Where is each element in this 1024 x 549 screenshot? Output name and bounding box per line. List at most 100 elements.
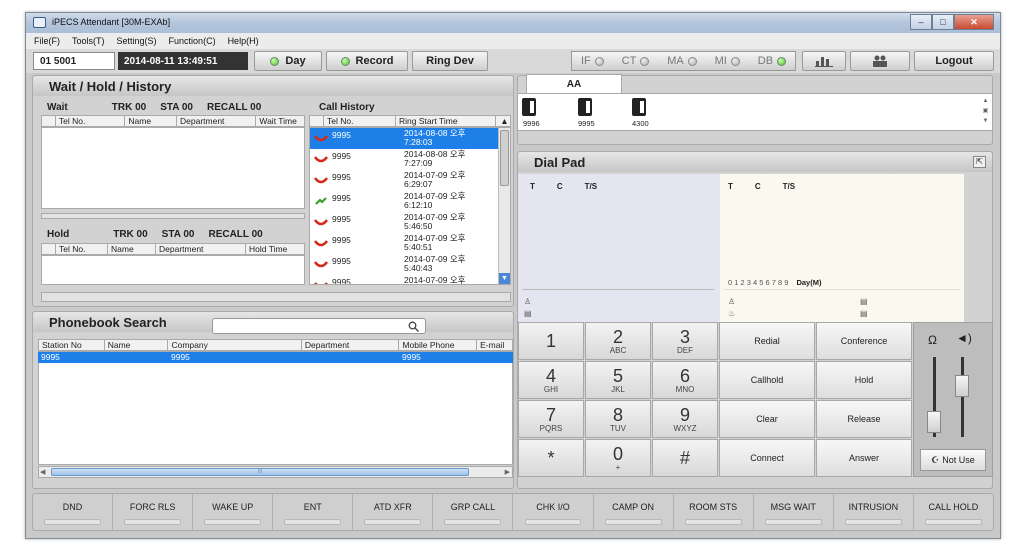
phonebook-list[interactable] [38,351,513,465]
pb-col-company[interactable]: Company [168,340,302,350]
statistics-button[interactable] [802,51,846,71]
wait-hold-splitter[interactable] [41,213,305,219]
bottom-button-camp-on[interactable]: CAMP ON [594,494,674,530]
menu-tools[interactable]: Tools(T) [72,36,105,46]
hold-col-department[interactable]: Department [156,244,246,254]
extension-4300[interactable]: 4300 [632,119,649,128]
call-history-list[interactable]: 9995 2014-08-08 오후 7:28:03 9995 2014-08-08 오… [309,127,511,285]
headset-icon[interactable]: Ω [928,333,937,347]
phone-icon[interactable] [578,98,592,116]
call-history-row[interactable]: 9995 2014-07-09 오후 [310,275,500,284]
bottom-button-dnd[interactable]: DND [33,494,114,530]
release-button[interactable]: Release [816,400,912,438]
hold-col-time[interactable]: Hold Time [246,244,304,254]
dialpad-key[interactable]: 8 TUV [585,400,651,438]
hold-button[interactable]: Hold [816,361,912,399]
wait-col-tel[interactable]: Tel No. [56,116,126,126]
ring-dev-button[interactable]: Ring Dev [412,51,488,71]
hold-col-tel[interactable]: Tel No. [56,244,108,254]
callhold-button[interactable]: Callhold [719,361,815,399]
pb-col-name[interactable]: Name [105,340,169,350]
pb-col-mobile[interactable]: Mobile Phone [399,340,478,350]
phonebook-hscrollbar[interactable]: ◀ III ▶ [38,466,513,478]
expand-icon[interactable]: ⇱ [973,156,986,168]
menu-function[interactable]: Function(C) [169,36,216,46]
record-button[interactable]: Record [326,51,408,71]
phone-icon[interactable] [522,98,536,116]
close-button[interactable]: ✕ [954,14,994,30]
speaker-volume-slider[interactable] [955,375,969,397]
clear-button[interactable]: Clear [719,400,815,438]
maximize-button[interactable]: □ [932,14,954,30]
dialpad-key[interactable]: 3 DEF [652,322,718,360]
users-button[interactable] [850,51,910,71]
dialpad-key[interactable]: 5 JKL [585,361,651,399]
extension-9996[interactable]: 9996 [523,119,540,128]
bottom-button-call-hold[interactable]: CALL HOLD [914,494,993,530]
pb-col-station[interactable]: Station No [39,340,105,350]
dialpad-key[interactable]: 1 [518,322,584,360]
day-button[interactable]: Day [254,51,322,71]
phonebook-hscroll-thumb[interactable]: III [51,468,469,476]
bottom-button-forc-rls[interactable]: FORC RLS [113,494,194,530]
tab-aa[interactable]: AA [526,74,622,94]
scroll-left-arrow-icon[interactable]: ◀ [40,468,45,476]
dialpad-key[interactable]: 6 MNO [652,361,718,399]
minimize-button[interactable]: – [910,14,932,30]
extension-scrollbar[interactable]: ▲ ▣ ▼ [981,96,990,128]
search-icon[interactable] [408,321,419,332]
not-use-button[interactable]: ☪ Not Use [920,449,986,471]
call-history-row[interactable]: 9995 2014-08-08 오후 7:28:03 [310,128,500,149]
scroll-down-arrow-icon[interactable]: ▼ [499,273,510,284]
wait-col-name[interactable]: Name [125,116,177,126]
bottom-button-atd-xfr[interactable]: ATD XFR [353,494,434,530]
pb-col-email[interactable]: E-mail [477,340,512,350]
bottom-button-msg-wait[interactable]: MSG WAIT [754,494,834,530]
call-history-row[interactable]: 9995 2014-07-09 오후 5:40:51 [310,233,500,254]
phone-icon[interactable] [632,98,646,116]
bottom-button-room-sts[interactable]: ROOM STS [674,494,754,530]
call-history-scrollbar[interactable]: ▼ [498,128,510,284]
extension-9995[interactable]: 9995 [578,119,595,128]
dialpad-key[interactable]: 7 PQRS [518,400,584,438]
logout-button[interactable]: Logout [914,51,994,71]
pb-col-department[interactable]: Department [302,340,400,350]
bottom-button-chk-i-o[interactable]: CHK I/O [513,494,594,530]
menu-help[interactable]: Help(H) [228,36,259,46]
scroll-up-arrow-icon[interactable]: ▲ [496,116,510,126]
phonebook-search-input[interactable] [212,318,426,334]
dialpad-key[interactable]: 0 + [585,439,651,477]
bottom-button-ent[interactable]: ENT [273,494,354,530]
speaker-icon[interactable]: ◄) [956,331,972,345]
call-history-row[interactable]: 9995 2014-07-09 오후 5:40:43 [310,254,500,275]
dialpad-key[interactable]: 2 ABC [585,322,651,360]
call-history-col-time[interactable]: Ring Start Time [396,116,496,126]
call-history-scroll-thumb[interactable] [500,130,509,186]
hold-col-name[interactable]: Name [108,244,156,254]
call-history-row[interactable]: 9995 2014-08-08 오후 7:27:09 [310,149,500,170]
dialpad-key[interactable]: 9 WXYZ [652,400,718,438]
menu-file[interactable]: File(F) [34,36,60,46]
call-history-row[interactable]: 9995 2014-07-09 오후 6:29:07 [310,170,500,191]
dialpad-key[interactable]: * [518,439,584,477]
wait-col-department[interactable]: Department [177,116,257,126]
scroll-right-arrow-icon[interactable]: ▶ [505,468,510,476]
headset-volume-slider[interactable] [927,411,941,433]
dialpad-key[interactable]: # [652,439,718,477]
call-history-row[interactable]: 9995 2014-07-09 오후 6:12:10 [310,191,500,212]
hold-table-body[interactable] [41,255,305,285]
call-history-row[interactable]: 9995 2014-07-09 오후 5:46:50 [310,212,500,233]
dialpad-key[interactable]: 4 GHI [518,361,584,399]
connect-button[interactable]: Connect [719,439,815,477]
speaker-volume-track[interactable] [961,357,964,437]
redial-button[interactable]: Redial [719,322,815,360]
wait-col-time[interactable]: Wait Time [256,116,304,126]
call-history-col-tel[interactable]: Tel No. [324,116,396,126]
phonebook-row[interactable]: 9995 9995 9995 [38,352,513,363]
bottom-button-grp-call[interactable]: GRP CALL [433,494,514,530]
bottom-button-intrusion[interactable]: INTRUSION [834,494,914,530]
menu-setting[interactable]: Setting(S) [117,36,157,46]
answer-button[interactable]: Answer [816,439,912,477]
wait-table-body[interactable] [41,127,305,209]
conference-button[interactable]: Conference [816,322,912,360]
